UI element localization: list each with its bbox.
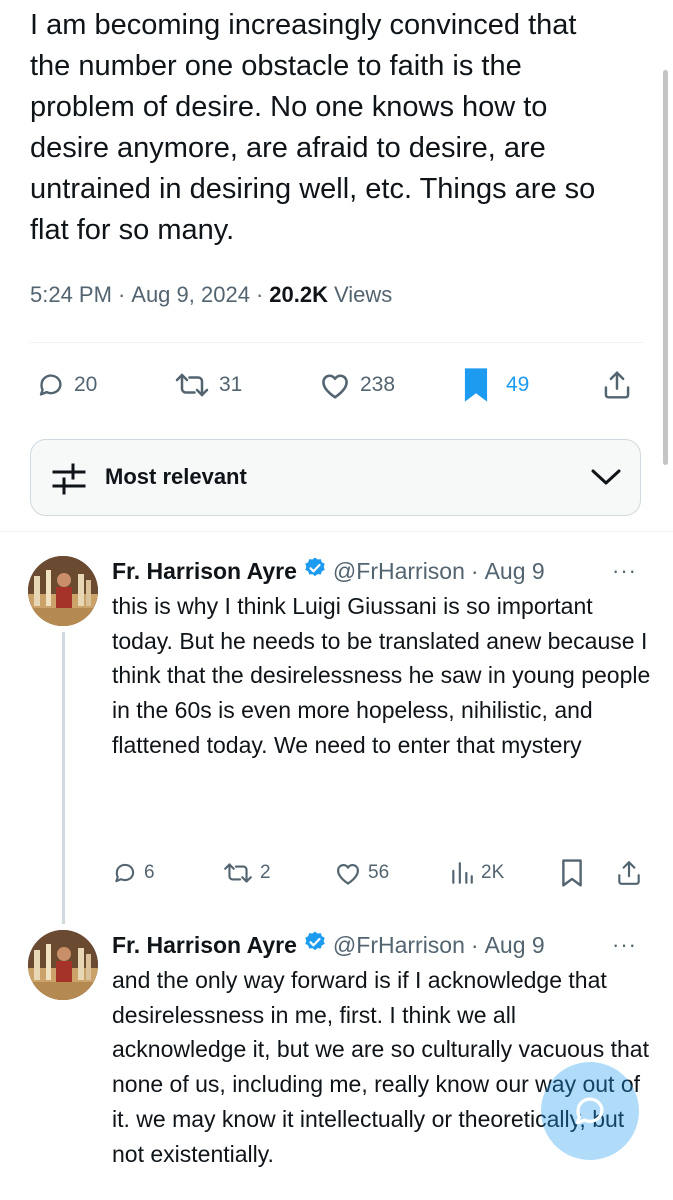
reply-count: 6 <box>144 862 155 883</box>
reply-icon <box>115 863 135 883</box>
reply-date[interactable]: Aug 9 <box>485 558 545 585</box>
chevron-down-icon <box>590 466 622 493</box>
repost-icon <box>224 863 252 883</box>
reply-header: Fr. Harrison Ayre @FrHarrison · Aug 9 <box>112 930 545 960</box>
bookmark-icon <box>464 368 488 402</box>
meta-separator: · <box>117 282 126 307</box>
tweet-time[interactable]: 5:24 PM <box>30 282 112 308</box>
verified-icon <box>303 930 327 960</box>
author-handle[interactable]: @FrHarrison <box>333 932 465 959</box>
views-label: Views <box>333 282 393 307</box>
divider <box>30 342 643 343</box>
bookmark-count: 49 <box>506 373 530 396</box>
views-count[interactable]: 20.2K <box>269 282 328 308</box>
divider <box>0 531 673 532</box>
reply-button[interactable]: 20 <box>36 362 97 408</box>
tweet-date[interactable]: Aug 9, 2024 <box>131 282 250 308</box>
thread-line <box>62 632 65 924</box>
reply-tweet[interactable]: Fr. Harrison Ayre @FrHarrison · Aug 9 ··… <box>28 556 650 926</box>
heart-icon <box>322 374 348 399</box>
compose-reply-button[interactable] <box>541 1062 639 1160</box>
main-tweet: I am becoming increasingly convinced tha… <box>30 0 650 251</box>
meta-separator: · <box>255 282 264 307</box>
share-icon <box>604 371 630 399</box>
reply-text: this is why I think Luigi Giussani is so… <box>112 593 651 758</box>
bookmark-button[interactable] <box>560 855 584 891</box>
reply-date[interactable]: Aug 9 <box>485 932 545 959</box>
reply-tweet[interactable]: Fr. Harrison Ayre @FrHarrison · Aug 9 ··… <box>28 930 649 1200</box>
repost-count: 31 <box>219 373 243 396</box>
share-button[interactable] <box>616 855 642 891</box>
more-options-button[interactable]: ··· <box>612 558 637 584</box>
sort-label: Most relevant <box>105 464 247 489</box>
like-button[interactable]: 238 <box>318 362 395 408</box>
more-options-button[interactable]: ··· <box>612 932 637 958</box>
views-button[interactable]: 2K <box>449 855 504 891</box>
reply-action-bar: 6 2 56 2K <box>112 855 642 891</box>
analytics-icon <box>452 862 473 884</box>
reply-sort-dropdown[interactable]: Most relevant <box>30 439 641 516</box>
reply-button[interactable]: 6 <box>112 855 155 891</box>
reply-header: Fr. Harrison Ayre @FrHarrison · Aug 9 <box>112 556 545 586</box>
repost-count: 2 <box>260 862 271 883</box>
repost-button[interactable]: 2 <box>222 855 271 891</box>
like-count: 238 <box>360 373 396 396</box>
tweet-meta: 5:24 PM · Aug 9, 2024 · 20.2K Views <box>30 282 392 308</box>
bookmark-icon <box>562 859 582 887</box>
bookmark-button[interactable]: 49 <box>462 362 529 408</box>
main-tweet-text: I am becoming increasingly convinced tha… <box>30 9 596 246</box>
share-button[interactable] <box>602 362 632 408</box>
verified-icon <box>303 556 327 586</box>
share-icon <box>618 861 640 885</box>
like-count: 56 <box>368 862 390 883</box>
repost-icon <box>175 373 209 397</box>
heart-icon <box>336 864 360 885</box>
avatar[interactable] <box>28 930 98 1000</box>
sliders-icon <box>51 462 87 501</box>
scrollbar[interactable] <box>663 70 668 465</box>
meta-separator: · <box>470 931 479 958</box>
tweet-action-bar: 20 31 238 49 <box>30 362 640 408</box>
avatar[interactable] <box>28 556 98 626</box>
reply-plus-icon <box>575 1097 604 1125</box>
author-name[interactable]: Fr. Harrison Ayre <box>112 932 297 959</box>
author-handle[interactable]: @FrHarrison <box>333 558 465 585</box>
reply-icon <box>39 374 62 396</box>
views-count: 2K <box>481 862 505 883</box>
repost-button[interactable]: 31 <box>173 362 242 408</box>
like-button[interactable]: 56 <box>334 855 389 891</box>
reply-count: 20 <box>74 373 98 396</box>
meta-separator: · <box>470 557 479 584</box>
author-name[interactable]: Fr. Harrison Ayre <box>112 558 297 585</box>
